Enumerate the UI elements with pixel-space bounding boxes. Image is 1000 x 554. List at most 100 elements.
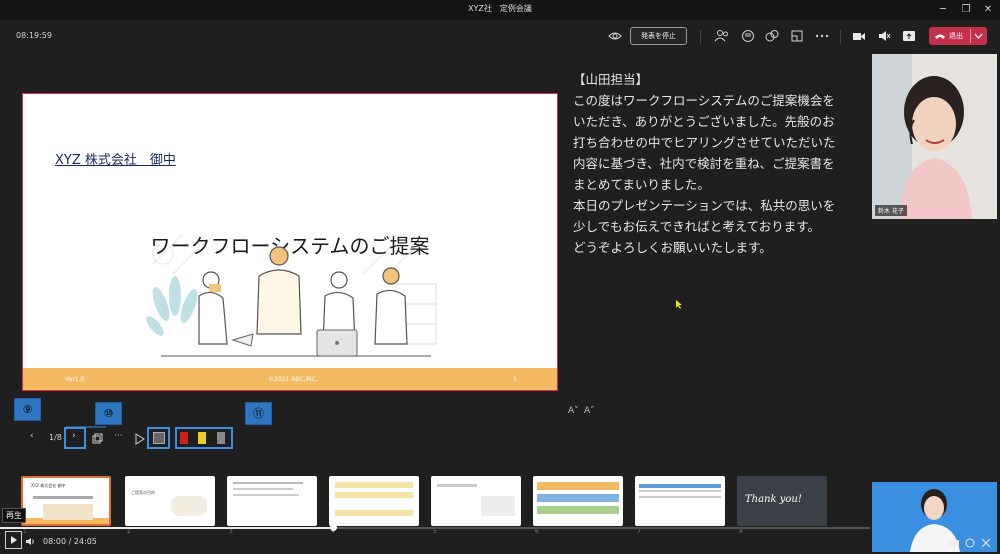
thumbnail-bar — [639, 484, 721, 488]
thumbnail-line — [639, 496, 721, 498]
thumbnail-slide-7[interactable] — [635, 476, 725, 526]
progress-bar[interactable] — [0, 527, 870, 529]
chat-icon[interactable] — [740, 28, 756, 44]
stop-presenting-button[interactable]: 発表を停止 — [630, 27, 687, 45]
thumbnail-slide-3[interactable] — [227, 476, 317, 526]
thumbnail-text: XYZ 株式会社 御中 — [31, 483, 66, 488]
notes-paragraph: 【山田担当】 — [573, 72, 649, 87]
thumbnail-line — [233, 482, 303, 484]
prev-slide-button[interactable]: ‹ — [30, 431, 34, 441]
yellow-highlighter-icon[interactable] — [198, 432, 206, 444]
phone-icon — [935, 34, 945, 39]
eraser-icon[interactable] — [217, 432, 225, 444]
presentation-slide: XYZ 株式会社 御中 ワークフローシステムのご提案 Ver1.0 ©2021 … — [22, 93, 558, 391]
thumbnail-bar — [537, 506, 619, 514]
playback-time: 08:00 / 24:05 — [43, 537, 97, 546]
thumbnail-bar — [335, 510, 413, 516]
participant-video — [872, 54, 997, 219]
slide-page-number: 1 — [513, 376, 517, 383]
callout-connector — [66, 426, 106, 428]
thumbnail-bar — [335, 492, 413, 498]
slide-version: Ver1.0 — [65, 376, 85, 383]
thumbnail-slide-4[interactable] — [329, 476, 419, 526]
play-button[interactable] — [5, 531, 22, 549]
window-title: XYZ社 定例会議 — [468, 4, 532, 13]
notes-paragraph: この度はワークフローシステムのご提案機会をいただき、ありがとうございました。先般… — [573, 93, 836, 192]
toolbar-divider — [840, 30, 841, 44]
meeting-timer: 08:19:59 — [16, 31, 52, 40]
thumbnail-slide-5[interactable] — [431, 476, 521, 526]
slide-copyright: ©2021 ABC,INC. — [268, 376, 318, 383]
slide-counter: 1/8 — [49, 433, 62, 442]
volume-icon[interactable] — [25, 537, 35, 546]
play-tooltip: 再生 — [2, 508, 26, 523]
mic-muted-icon[interactable] — [876, 28, 892, 44]
slide-client-name: XYZ 株式会社 御中 — [55, 153, 176, 168]
grid-view-icon[interactable] — [92, 433, 103, 444]
thumbnail-slide-1[interactable]: XYZ 株式会社 御中 — [21, 476, 111, 526]
red-pen-icon[interactable] — [180, 432, 188, 444]
close-icon[interactable]: ✕ — [980, 2, 996, 18]
leave-divider — [970, 29, 971, 43]
minimize-icon[interactable]: ─ — [935, 2, 951, 18]
thumbnail-number: 1 — [23, 528, 27, 535]
callout-11: ⑪ — [245, 402, 272, 425]
participant-name: 鈴木 花子 — [875, 205, 907, 216]
teams-meeting-window: XYZ社 定例会議 ─ ❐ ✕ 08:19:59 発表を停止 退出 XYZ 株式… — [0, 0, 1000, 554]
thumbnail-illustration — [43, 504, 93, 520]
thumbnail-slide-2[interactable]: ご提案の目的 — [125, 476, 215, 526]
more-icon[interactable] — [814, 28, 830, 44]
thumbnail-bar — [537, 494, 619, 502]
slide-footer: Ver1.0 ©2021 ABC,INC. 1 — [23, 368, 557, 390]
thumbnail-line — [639, 490, 721, 492]
share-icon[interactable] — [901, 28, 917, 44]
thumbnail-line — [233, 494, 299, 496]
thumbnail-number: 3 — [229, 528, 233, 535]
camera-icon[interactable] — [851, 28, 867, 44]
self-view-controls — [949, 538, 991, 548]
thumbnail-number: 2 — [127, 528, 131, 535]
speaker-notes: 【山田担当】 この度はワークフローシステムのご提案機会をいただき、ありがとうござ… — [573, 69, 845, 258]
people-meeting-illustration — [146, 246, 437, 357]
participants-icon[interactable] — [714, 28, 730, 44]
pointer-tool-icon[interactable] — [135, 433, 145, 445]
thumbnail-text: ご提案の目的 — [131, 490, 155, 495]
decrease-font-button[interactable]: A˅ — [568, 406, 579, 416]
leave-label: 退出 — [949, 32, 963, 40]
thumbnail-bar — [335, 482, 413, 488]
progress-fill — [0, 527, 331, 529]
more-options-icon[interactable]: ··· — [114, 431, 123, 441]
participant-video-tile[interactable]: 鈴木 花子 — [872, 54, 997, 219]
callout-9: ⑨ — [14, 398, 41, 421]
play-icon — [11, 536, 17, 544]
increase-font-button[interactable]: A˄ — [584, 406, 595, 416]
thumbnail-illustration — [481, 496, 515, 516]
maximize-icon[interactable]: ❐ — [958, 2, 974, 18]
thumbnail-title-bar — [33, 496, 93, 499]
reactions-icon[interactable] — [764, 28, 780, 44]
next-slide-button[interactable]: › — [72, 431, 76, 441]
notes-paragraph: 本日のプレゼンテーションでは、私共の思いを少しでもお伝えできればと考えております… — [573, 198, 836, 234]
thumbnail-slide-8[interactable]: Thank you! — [737, 476, 827, 526]
chevron-down-icon[interactable] — [974, 33, 983, 39]
title-bar: XYZ社 定例会議 ─ ❐ ✕ — [0, 0, 1000, 20]
rooms-icon[interactable] — [789, 28, 805, 44]
eye-icon[interactable] — [607, 28, 623, 44]
thumbnail-slide-6[interactable] — [533, 476, 623, 526]
thumbnail-line — [437, 484, 477, 487]
progress-scrubber[interactable] — [330, 524, 337, 531]
self-video-tile[interactable] — [872, 482, 997, 552]
thumbnail-number: 7 — [637, 528, 641, 535]
notes-paragraph: どうぞよろしくお願いいたします。 — [573, 240, 772, 255]
thumbnail-line — [233, 488, 293, 490]
eraser-tool-icon[interactable] — [153, 432, 165, 444]
mouse-cursor-icon — [676, 300, 682, 309]
thumbnail-number: 5 — [433, 528, 437, 535]
thumbnail-text: Thank you! — [745, 494, 802, 505]
thumbnail-bar — [537, 482, 619, 490]
thumbnail-number: 6 — [535, 528, 539, 535]
meeting-toolbar: 08:19:59 発表を停止 退出 — [0, 20, 1000, 52]
leave-button[interactable]: 退出 — [929, 27, 987, 45]
callout-10: ⑩ — [95, 402, 122, 425]
toolbar-divider — [700, 30, 701, 44]
